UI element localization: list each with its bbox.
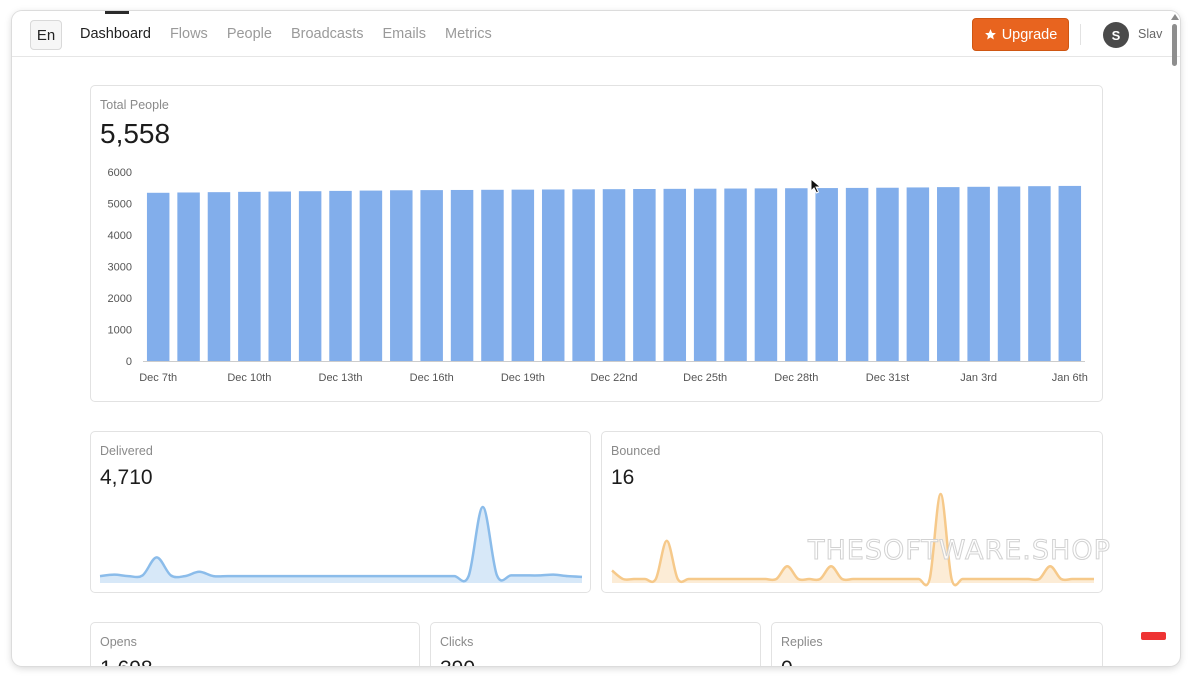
clicks-card: Clicks 390 <box>430 622 761 666</box>
bar-dec-12th[interactable] <box>298 191 322 361</box>
bar-dec-16th[interactable] <box>420 190 443 361</box>
bar-dec-8th[interactable] <box>177 192 200 361</box>
scroll-thumb[interactable] <box>1172 24 1177 66</box>
y-tick-label: 5000 <box>108 199 132 211</box>
bounced-card: Bounced 16 <box>601 431 1103 593</box>
x-tick-label: Dec 7th <box>139 372 177 384</box>
bar-dec-18th[interactable] <box>481 189 504 361</box>
scroll-up-arrow-icon[interactable] <box>1171 14 1179 20</box>
bounced-sparkline <box>611 492 1094 587</box>
y-tick-label: 0 <box>126 356 132 368</box>
bar-jan-4th[interactable] <box>997 186 1021 361</box>
user-name[interactable]: Slav <box>1138 27 1162 41</box>
watermark-text: THESOFTWARE.SHOP <box>808 535 1111 567</box>
x-tick-label: Dec 10th <box>227 372 271 384</box>
bar-dec-14th[interactable] <box>359 190 383 361</box>
sparkline-line <box>99 505 583 583</box>
bar-dec-23rd[interactable] <box>633 189 656 361</box>
bar-jan-1st[interactable] <box>906 187 930 361</box>
nav-flows[interactable]: Flows <box>170 26 208 42</box>
nav-people[interactable]: People <box>227 26 272 42</box>
bar-dec-24th[interactable] <box>663 188 687 361</box>
main-nav: Dashboard Flows People Broadcasts Emails… <box>80 11 492 57</box>
y-tick-label: 3000 <box>108 262 132 274</box>
bar-dec-13th[interactable] <box>329 190 352 361</box>
bar-jan-2nd[interactable] <box>937 187 960 361</box>
bar-dec-31st[interactable] <box>876 187 899 361</box>
nav-broadcasts[interactable]: Broadcasts <box>291 26 364 42</box>
x-tick-label: Dec 25th <box>683 372 727 384</box>
nav-metrics[interactable]: Metrics <box>445 26 492 42</box>
bar-dec-22nd[interactable] <box>602 189 626 361</box>
app-window: En Dashboard Flows People Broadcasts Ema… <box>12 11 1180 666</box>
y-tick-label: 4000 <box>108 230 132 242</box>
page-scrollbar[interactable] <box>1170 11 1180 666</box>
nav-dashboard[interactable]: Dashboard <box>80 26 151 42</box>
bar-dec-28th[interactable] <box>785 188 808 361</box>
topbar-divider <box>1080 24 1081 45</box>
x-tick-label: Jan 3rd <box>960 372 997 384</box>
sparkline-area <box>100 506 582 583</box>
bar-dec-26th[interactable] <box>724 188 747 361</box>
total-people-card: Total People 5,558 0 1000 2000 3000 4000 5000… <box>90 85 1103 402</box>
x-tick-label: Dec 31st <box>866 372 909 384</box>
total-people-bar-chart: 0 1000 2000 3000 4000 5000 6000 Dec 7th Dec 10th… <box>108 167 1088 384</box>
star-icon <box>984 29 996 40</box>
bar-dec-11th[interactable] <box>268 191 291 361</box>
opens-card: Opens 1,698 <box>90 622 420 666</box>
delivered-card: Delivered 4,710 <box>90 431 591 593</box>
bar-dec-15th[interactable] <box>390 190 413 361</box>
bar-dec-9th[interactable] <box>207 192 231 361</box>
bar-dec-7th[interactable] <box>146 192 170 361</box>
x-tick-label: Jan 6th <box>1052 372 1088 384</box>
opens-value: 1,698 <box>100 657 153 666</box>
bar-dec-29th[interactable] <box>815 188 838 361</box>
bar-jan-3rd[interactable] <box>967 186 990 361</box>
bar-dec-21st[interactable] <box>572 189 595 361</box>
bar-dec-20th[interactable] <box>541 189 565 361</box>
nav-emails[interactable]: Emails <box>383 26 427 42</box>
top-navigation-bar: En Dashboard Flows People Broadcasts Ema… <box>12 11 1180 57</box>
bar-dec-10th[interactable] <box>238 191 261 361</box>
x-tick-label: Dec 22nd <box>590 372 637 384</box>
x-tick-label: Dec 13th <box>319 372 363 384</box>
x-tick-label: Dec 28th <box>774 372 818 384</box>
recording-badge-icon <box>1141 632 1166 640</box>
language-switcher[interactable]: En <box>30 20 62 50</box>
clicks-value: 390 <box>440 657 475 666</box>
bar-dec-30th[interactable] <box>845 187 869 361</box>
x-tick-label: Dec 19th <box>501 372 545 384</box>
bar-dec-19th[interactable] <box>511 189 535 361</box>
opens-label: Opens <box>100 635 137 649</box>
bar-dec-17th[interactable] <box>450 189 474 361</box>
x-tick-label: Dec 16th <box>410 372 454 384</box>
y-tick-label: 1000 <box>108 325 132 337</box>
bar-jan-5th[interactable] <box>1028 186 1051 361</box>
replies-card: Replies 0 <box>771 622 1103 666</box>
y-tick-label: 2000 <box>108 293 132 305</box>
bar-dec-27th[interactable] <box>754 188 778 361</box>
y-tick-label: 6000 <box>108 167 132 179</box>
replies-label: Replies <box>781 635 823 649</box>
upgrade-button[interactable]: Upgrade <box>972 18 1069 51</box>
upgrade-label: Upgrade <box>1001 26 1058 43</box>
delivered-sparkline <box>99 505 583 583</box>
bar-dec-25th[interactable] <box>693 188 717 361</box>
mouse-cursor-icon <box>810 178 822 194</box>
user-avatar[interactable]: S <box>1103 22 1129 48</box>
replies-value: 0 <box>781 657 793 666</box>
bar-jan-6th[interactable] <box>1058 185 1082 361</box>
clicks-label: Clicks <box>440 635 474 649</box>
